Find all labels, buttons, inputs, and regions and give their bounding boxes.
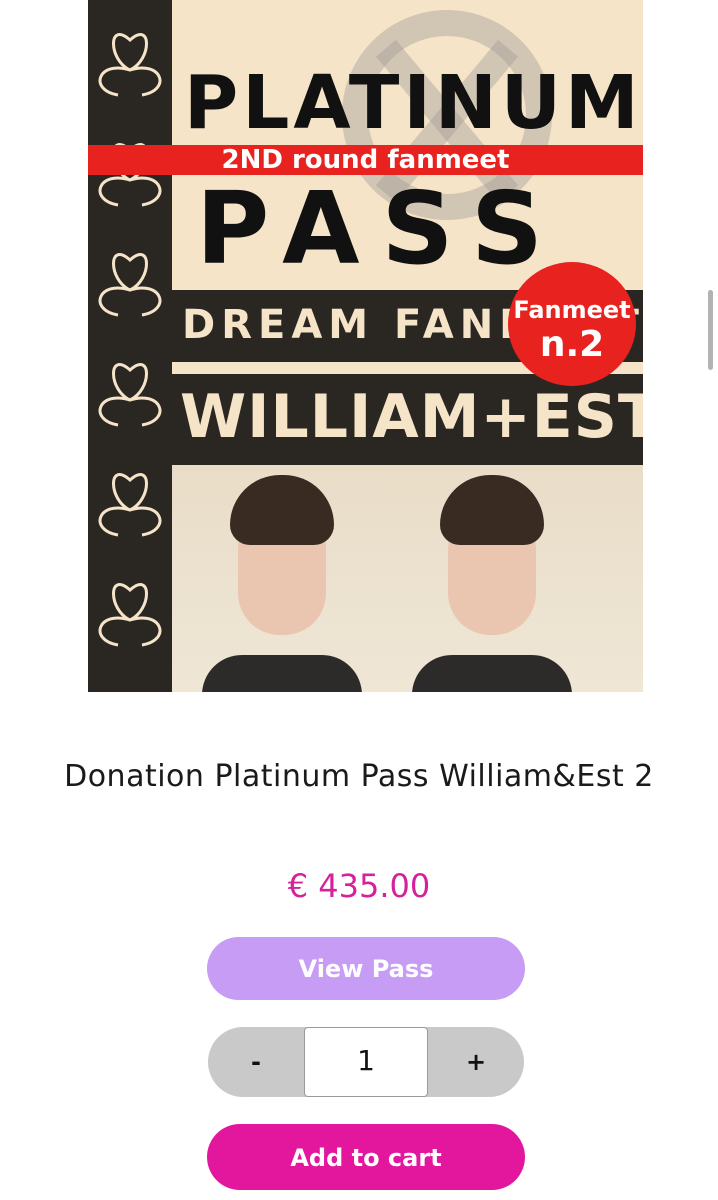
- badge-line-number: n.2: [539, 324, 605, 365]
- add-to-cart-button[interactable]: Add to cart: [207, 1124, 525, 1190]
- quantity-stepper: - 1 +: [208, 1027, 524, 1097]
- lotus-pattern-strip: [88, 0, 172, 692]
- badge-line-fanmeet: Fanmeet: [513, 296, 631, 324]
- quantity-decrease-button[interactable]: -: [208, 1027, 304, 1097]
- quantity-increase-button[interactable]: +: [428, 1027, 524, 1097]
- poster-names-text: WILLIAM+EST: [180, 382, 643, 452]
- poster-names-bar: WILLIAM+EST: [172, 372, 643, 467]
- product-image[interactable]: PLATINUM 2ND round fanmeet PASS DREAM FA…: [88, 0, 643, 692]
- person-portrait-left: [202, 475, 362, 692]
- lotus-pattern-icon: [98, 33, 162, 647]
- product-title: Donation Platinum Pass William&Est 2: [64, 759, 654, 794]
- quantity-input[interactable]: 1: [304, 1027, 428, 1097]
- poster-photo: [172, 465, 643, 692]
- view-pass-button[interactable]: View Pass: [207, 937, 525, 1000]
- scrollbar-thumb[interactable]: [708, 290, 713, 370]
- product-price: € 435.00: [287, 867, 431, 905]
- fanmeet-badge: Fanmeet n.2: [508, 262, 636, 386]
- person-portrait-right: [412, 475, 572, 692]
- poster-platinum-text: PLATINUM: [184, 60, 643, 146]
